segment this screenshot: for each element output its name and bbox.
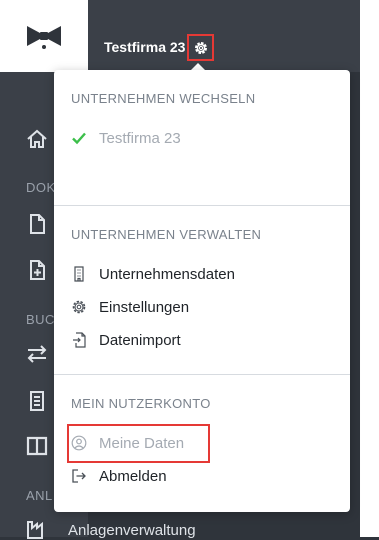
- menu-item-data-import[interactable]: Datenimport: [71, 329, 181, 351]
- sidebar-item-asset-management[interactable]: Anlagenverwaltung: [68, 522, 196, 539]
- menu-item-label: Einstellungen: [99, 298, 190, 316]
- menu-item-label: Unternehmensdaten: [99, 265, 235, 283]
- company-name[interactable]: Testfirma 23: [104, 38, 185, 56]
- home-icon[interactable]: [26, 128, 48, 150]
- manage-company-heading: UNTERNEHMEN VERWALTEN: [71, 227, 262, 242]
- bowtie-logo-icon: [27, 26, 61, 49]
- company-option-label: Testfirma 23: [99, 129, 181, 147]
- menu-item-label: Datenimport: [99, 331, 181, 349]
- divider: [54, 374, 350, 375]
- settings-button[interactable]: [187, 34, 214, 61]
- switch-company-heading: UNTERNEHMEN WECHSELN: [71, 91, 256, 106]
- menu-item-logout[interactable]: Abmelden: [71, 465, 167, 487]
- logout-icon: [71, 468, 87, 484]
- sidebar-section-assets: ANL: [26, 488, 53, 503]
- account-heading: MEIN NUTZERKONTO: [71, 396, 211, 411]
- transfer-icon[interactable]: [26, 343, 48, 365]
- app-logo[interactable]: [0, 0, 88, 72]
- document-plus-icon[interactable]: [26, 259, 48, 281]
- sidebar-section-documents: DOK: [26, 180, 56, 195]
- highlight-box: [67, 424, 210, 463]
- menu-item-label: Abmelden: [99, 467, 167, 485]
- invoice-icon[interactable]: [26, 390, 48, 412]
- building-icon: [71, 266, 87, 282]
- content-area-edge: [360, 0, 379, 537]
- columns-icon[interactable]: [26, 435, 48, 457]
- sidebar-section-bookkeeping: BUC: [26, 312, 55, 327]
- menu-item-settings[interactable]: Einstellungen: [71, 296, 189, 318]
- gear-icon: [71, 299, 87, 315]
- file-import-icon: [71, 332, 87, 348]
- gear-icon: [194, 41, 207, 54]
- company-option-current[interactable]: Testfirma 23: [71, 127, 181, 149]
- check-icon: [71, 130, 87, 146]
- top-bar: [88, 0, 360, 72]
- menu-item-company-data[interactable]: Unternehmensdaten: [71, 263, 235, 285]
- document-icon[interactable]: [26, 213, 48, 235]
- divider: [54, 205, 350, 206]
